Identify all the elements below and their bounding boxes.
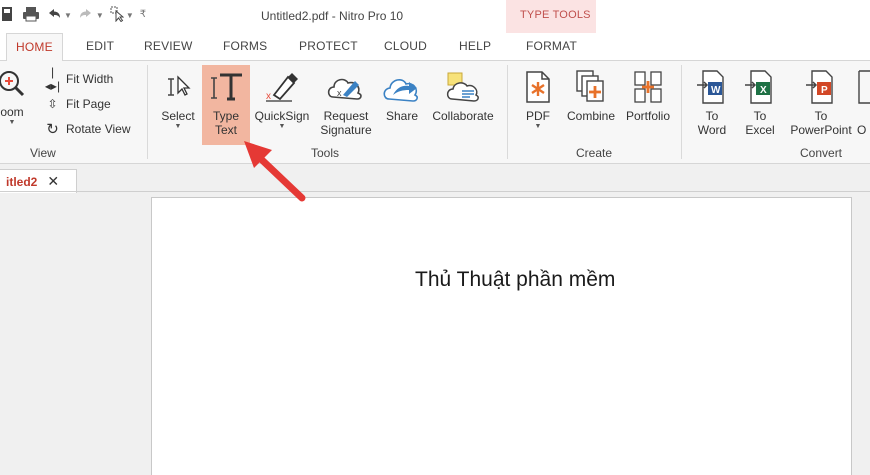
annotation-arrow-icon	[244, 141, 306, 202]
tab-home[interactable]: HOME	[6, 33, 63, 61]
